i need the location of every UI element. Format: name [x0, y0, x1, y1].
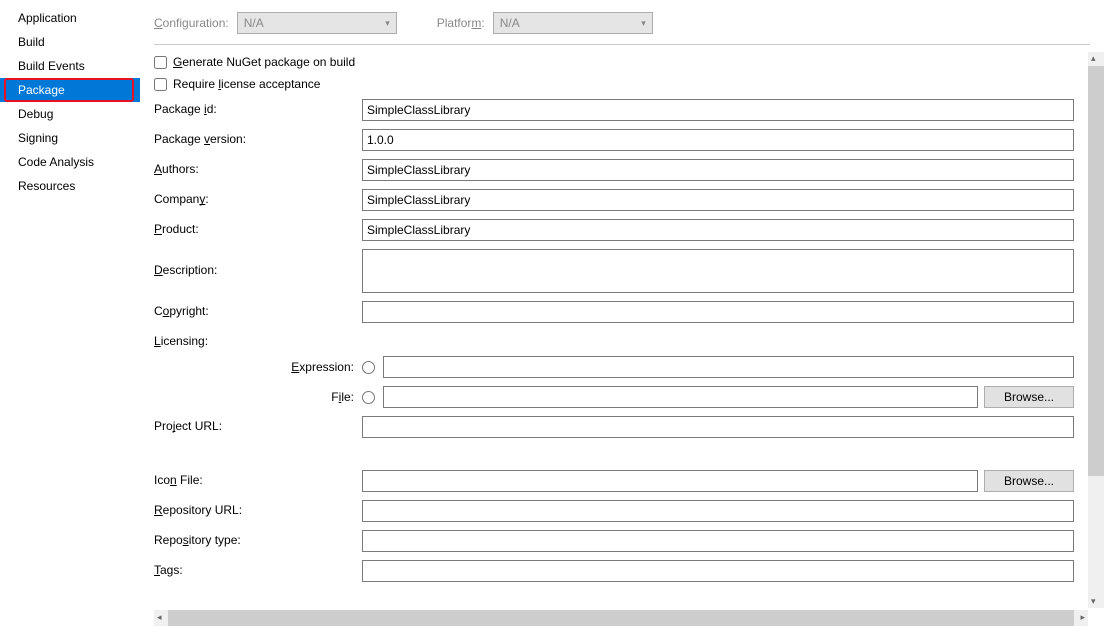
platform-value: N/A — [500, 16, 520, 30]
generate-nuget-label: Generate NuGet package on build — [173, 55, 355, 69]
package-version-input[interactable] — [362, 129, 1074, 151]
platform-label: Platform: — [437, 16, 485, 30]
licensing-label: Licensing: — [154, 331, 362, 348]
scroll-down-icon[interactable]: ▾ — [1091, 596, 1096, 607]
description-label: Description: — [154, 249, 362, 277]
chevron-down-icon: ▾ — [385, 18, 390, 29]
package-id-label: Package id: — [154, 99, 362, 116]
package-version-label: Package version: — [154, 129, 362, 146]
sidebar-item-build-events[interactable]: Build Events — [0, 54, 140, 78]
require-license-checkbox[interactable] — [154, 78, 167, 91]
expression-radio[interactable] — [362, 361, 375, 374]
company-input[interactable] — [362, 189, 1074, 211]
copyright-label: Copyright: — [154, 301, 362, 318]
sidebar-item-code-analysis[interactable]: Code Analysis — [0, 150, 140, 174]
scroll-left-icon[interactable]: ◂ — [157, 612, 162, 623]
top-bar: Configuration: N/A ▾ Platform: N/A ▾ — [154, 8, 1090, 45]
file-input[interactable] — [383, 386, 978, 408]
repository-url-input[interactable] — [362, 500, 1074, 522]
icon-file-label: Icon File: — [154, 470, 362, 487]
authors-input[interactable] — [362, 159, 1074, 181]
sidebar-item-resources[interactable]: Resources — [0, 174, 140, 198]
copyright-input[interactable] — [362, 301, 1074, 323]
authors-label: Authors: — [154, 159, 362, 176]
platform-select[interactable]: N/A ▾ — [493, 12, 653, 34]
icon-file-input[interactable] — [362, 470, 978, 492]
repository-url-label: Repository URL: — [154, 500, 362, 517]
tags-label: Tags: — [154, 560, 362, 577]
form-area: Generate NuGet package on build Require … — [154, 55, 1090, 628]
repository-type-input[interactable] — [362, 530, 1074, 552]
company-label: Company: — [154, 189, 362, 206]
horizontal-scroll-thumb[interactable] — [168, 610, 1074, 626]
sidebar-item-build[interactable]: Build — [0, 30, 140, 54]
browse-icon-button[interactable]: Browse... — [984, 470, 1074, 492]
configuration-value: N/A — [244, 16, 264, 30]
configuration-label: Configuration: — [154, 16, 229, 30]
main-panel: Configuration: N/A ▾ Platform: N/A ▾ Gen… — [140, 0, 1104, 628]
generate-nuget-checkbox[interactable] — [154, 56, 167, 69]
tags-input[interactable] — [362, 560, 1074, 582]
file-label: File: — [154, 390, 362, 404]
scroll-right-icon[interactable]: ▸ — [1080, 612, 1085, 623]
product-label: Product: — [154, 219, 362, 236]
configuration-select[interactable]: N/A ▾ — [237, 12, 397, 34]
product-input[interactable] — [362, 219, 1074, 241]
browse-license-button[interactable]: Browse... — [984, 386, 1074, 408]
sidebar-item-application[interactable]: Application — [0, 6, 140, 30]
sidebar-item-package[interactable]: Package — [0, 78, 140, 102]
file-radio[interactable] — [362, 391, 375, 404]
sidebar: Application Build Build Events Package D… — [0, 0, 140, 628]
package-id-input[interactable] — [362, 99, 1074, 121]
expression-input[interactable] — [383, 356, 1074, 378]
horizontal-scrollbar[interactable]: ◂ ▸ — [154, 610, 1088, 626]
sidebar-item-signing[interactable]: Signing — [0, 126, 140, 150]
expression-label: Expression: — [154, 360, 362, 374]
vertical-scroll-thumb[interactable] — [1088, 66, 1104, 476]
chevron-down-icon: ▾ — [641, 18, 646, 29]
scroll-up-icon[interactable]: ▴ — [1091, 53, 1096, 64]
sidebar-item-debug[interactable]: Debug — [0, 102, 140, 126]
project-url-input[interactable] — [362, 416, 1074, 438]
project-url-label: Project URL: — [154, 416, 362, 433]
vertical-scrollbar[interactable]: ▴ ▾ — [1088, 52, 1104, 608]
repository-type-label: Repository type: — [154, 530, 362, 547]
description-input[interactable] — [362, 249, 1074, 293]
require-license-label: Require license acceptance — [173, 77, 320, 91]
